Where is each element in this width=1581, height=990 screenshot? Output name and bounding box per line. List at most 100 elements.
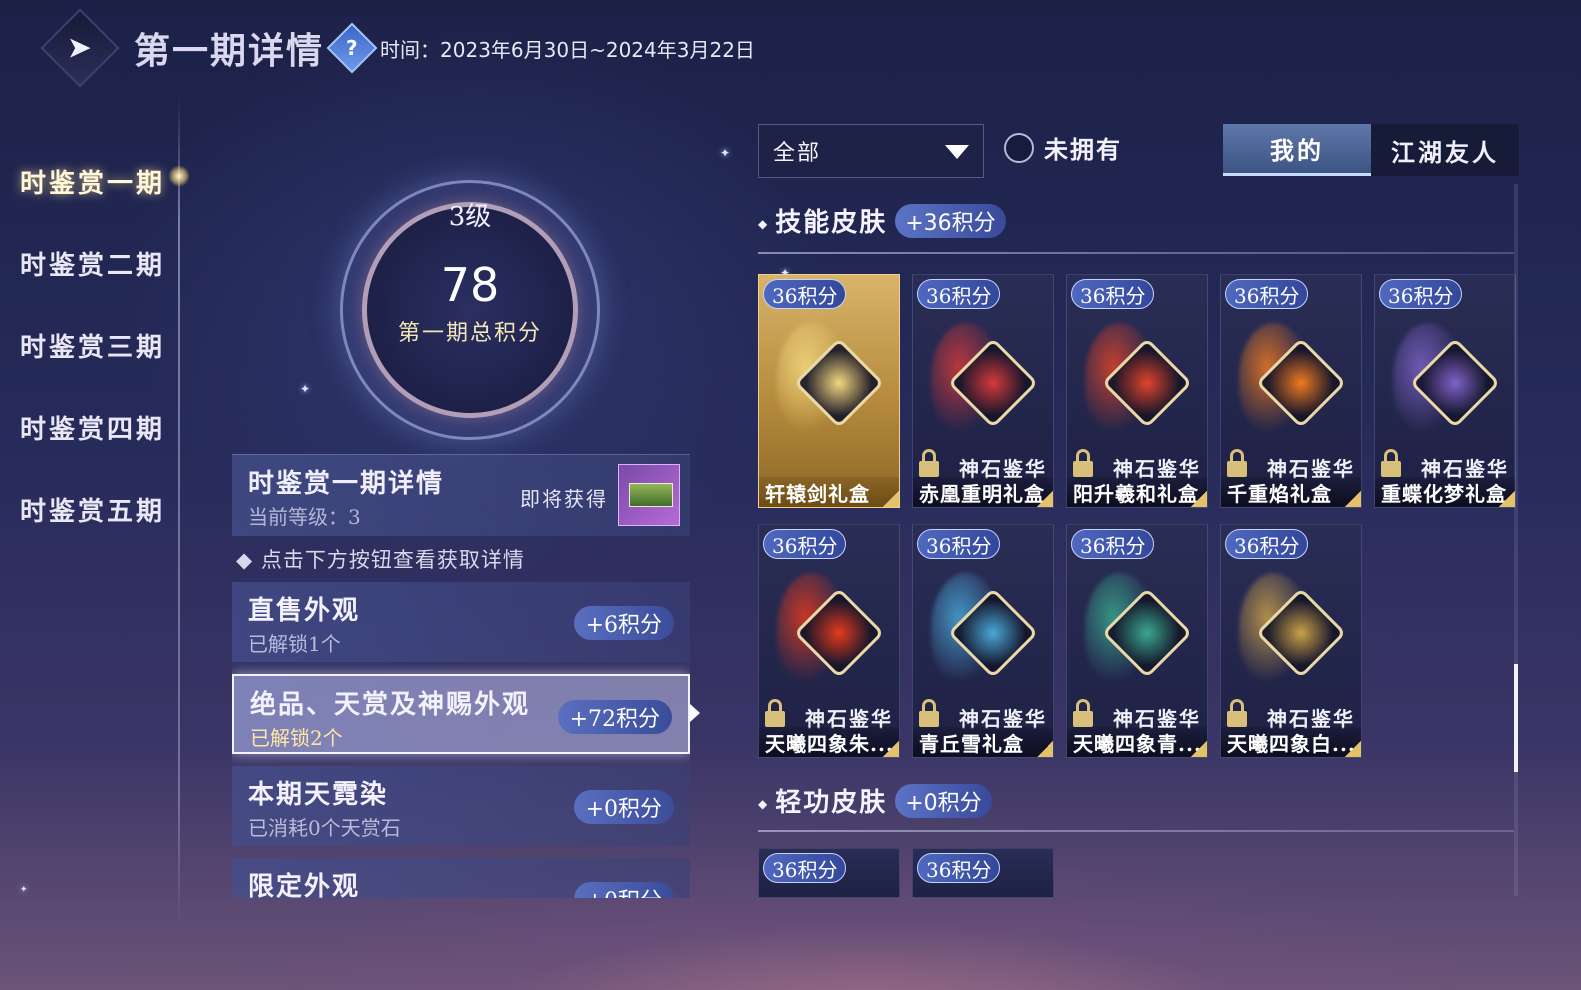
scrollbar-track[interactable]	[1514, 184, 1518, 896]
skin-artwork	[1085, 315, 1193, 437]
skin-card[interactable]: 36积分	[912, 848, 1054, 898]
skin-artwork	[777, 565, 885, 687]
card-name: 天曦四象白...	[1221, 727, 1361, 757]
section-title: 轻功皮肤	[758, 782, 887, 819]
nav-item-period-3[interactable]: 时鉴赏三期	[0, 304, 182, 386]
period-detail-card[interactable]: 时鉴赏一期详情 当前等级：3 即将获得	[232, 454, 690, 536]
card-name: 天曦四象朱...	[759, 727, 899, 757]
tab-mine[interactable]: 我的	[1223, 124, 1371, 176]
category-status: 已解锁1个	[248, 632, 341, 656]
card-points-badge: 36积分	[917, 279, 1001, 309]
skin-list: 技能皮肤 +36积分 36积分轩辕剑礼盒36积分神石鉴华赤凰重明礼盒36积分神石…	[750, 194, 1520, 898]
category-premium[interactable]: 绝品、天赏及神赐外观 已解锁2个 +72积分	[232, 674, 690, 754]
card-name: 轩辕剑礼盒	[759, 477, 899, 507]
skin-card[interactable]: 36积分 神石鉴华 赤凰重明礼盒	[912, 274, 1054, 508]
skin-card[interactable]: 36积分 神石鉴华 天曦四象朱...	[758, 524, 900, 758]
section-qinggong-skins: 轻功皮肤 +0积分	[758, 782, 992, 819]
lock-icon	[765, 699, 785, 729]
ring-level: 3级	[448, 202, 492, 232]
category-points-badge: +72积分	[557, 700, 672, 734]
section-points-badge: +0积分	[895, 783, 992, 818]
lock-icon	[1227, 449, 1247, 479]
category-list: 直售外观 已解锁1个 +6积分 绝品、天赏及神赐外观 已解锁2个 +72积分 本…	[232, 582, 690, 898]
back-arrow-icon: ➤	[67, 30, 93, 66]
time-range: 时间：2023年6月30日~2024年3月22日	[380, 34, 755, 63]
skin-card[interactable]: 36积分 神石鉴华 重蝶化梦礼盒	[1374, 274, 1516, 508]
category-name: 限定外观	[248, 872, 361, 898]
card-name: 阳升羲和礼盒	[1067, 477, 1207, 507]
card-corner-ornament	[1037, 491, 1053, 507]
unowned-radio[interactable]	[1004, 132, 1034, 163]
card-points-badge: 36积分	[1071, 279, 1155, 309]
section-points-badge: +36积分	[895, 203, 1006, 238]
category-points-badge: +0积分	[573, 882, 674, 898]
card-name: 千重焰礼盒	[1221, 477, 1361, 507]
card-points-badge: 36积分	[1225, 279, 1309, 309]
period-nav: 时鉴赏一期 时鉴赏二期 时鉴赏三期 时鉴赏四期 时鉴赏五期	[0, 140, 182, 550]
star-decoration: ✦	[300, 382, 311, 396]
card-corner-ornament	[1191, 491, 1207, 507]
card-points-badge: 36积分	[1071, 529, 1155, 559]
card-points-badge: 36积分	[763, 279, 847, 309]
detail-title: 时鉴赏一期详情	[248, 469, 445, 499]
category-dye[interactable]: 本期天霓染 已消耗0个天赏石 +0积分	[232, 766, 690, 846]
skin-card[interactable]: 36积分 神石鉴华 青丘雪礼盒	[912, 524, 1054, 758]
nav-item-period-4[interactable]: 时鉴赏四期	[0, 386, 182, 468]
skin-artwork	[1239, 315, 1347, 437]
category-name: 直售外观	[248, 596, 361, 626]
star-decoration: ✦	[20, 885, 28, 895]
back-button[interactable]: ➤	[40, 8, 120, 88]
category-limited[interactable]: 限定外观 +0积分	[232, 858, 690, 898]
filter-dropdown[interactable]: 全部	[758, 124, 984, 178]
category-points-badge: +0积分	[573, 790, 674, 824]
nav-item-period-5[interactable]: 时鉴赏五期	[0, 468, 182, 550]
skin-card[interactable]: 36积分	[758, 848, 900, 898]
header: ➤ 第一期详情 ? 时间：2023年6月30日~2024年3月22日	[40, 8, 755, 88]
current-level: 当前等级：3	[248, 505, 361, 529]
category-status: 已解锁2个	[250, 726, 343, 750]
lock-icon	[919, 449, 939, 479]
card-points-badge: 36积分	[1225, 529, 1309, 559]
card-corner-ornament	[1345, 491, 1361, 507]
skin-card[interactable]: 36积分 神石鉴华 千重焰礼盒	[1220, 274, 1362, 508]
skin-card[interactable]: 36积分 神石鉴华 天曦四象白...	[1220, 524, 1362, 758]
skin-artwork	[1085, 565, 1193, 687]
skin-card[interactable]: 36积分 神石鉴华 阳升羲和礼盒	[1066, 274, 1208, 508]
tab-friends[interactable]: 江湖友人	[1371, 124, 1519, 176]
card-name: 赤凰重明礼盒	[913, 477, 1053, 507]
score-ring: 3级 78 第一期总积分	[340, 180, 600, 440]
nav-item-period-1[interactable]: 时鉴赏一期	[0, 140, 182, 222]
category-direct-sale[interactable]: 直售外观 已解锁1个 +6积分	[232, 582, 690, 662]
card-points-badge: 36积分	[917, 853, 1001, 883]
card-name: 青丘雪礼盒	[913, 727, 1053, 757]
scrollbar-thumb[interactable]	[1514, 664, 1518, 772]
card-corner-ornament	[883, 491, 899, 507]
skin-artwork	[1393, 315, 1501, 437]
section-divider	[758, 252, 1514, 254]
upcoming-reward-label: 即将获得	[520, 487, 608, 511]
lock-icon	[1073, 449, 1093, 479]
section-title: 技能皮肤	[758, 202, 887, 239]
lock-icon	[919, 699, 939, 729]
category-status: 已消耗0个天赏石	[248, 816, 401, 840]
category-name: 本期天霓染	[248, 780, 389, 810]
upcoming-reward-thumbnail[interactable]	[618, 464, 680, 526]
question-icon: ?	[346, 35, 358, 60]
help-button[interactable]: ?	[326, 22, 378, 74]
skin-card[interactable]: 36积分 神石鉴华 天曦四象青...	[1066, 524, 1208, 758]
hint-text: ◆ 点击下方按钮查看获取详情	[236, 548, 525, 572]
filter-selected: 全部	[773, 141, 822, 166]
card-points-badge: 36积分	[917, 529, 1001, 559]
unowned-filter[interactable]: 未拥有	[1004, 130, 1122, 165]
card-points-badge: 36积分	[763, 853, 847, 883]
page-title: 第一期详情	[134, 30, 325, 72]
time-label: 时间：	[380, 37, 441, 62]
active-category-pointer	[690, 704, 700, 722]
card-points-badge: 36积分	[763, 529, 847, 559]
card-corner-ornament	[883, 741, 899, 757]
nav-item-period-2[interactable]: 时鉴赏二期	[0, 222, 182, 304]
skin-artwork	[1239, 565, 1347, 687]
skin-card[interactable]: 36积分轩辕剑礼盒	[758, 274, 900, 508]
card-corner-ornament	[1037, 741, 1053, 757]
chevron-down-icon	[945, 145, 969, 159]
